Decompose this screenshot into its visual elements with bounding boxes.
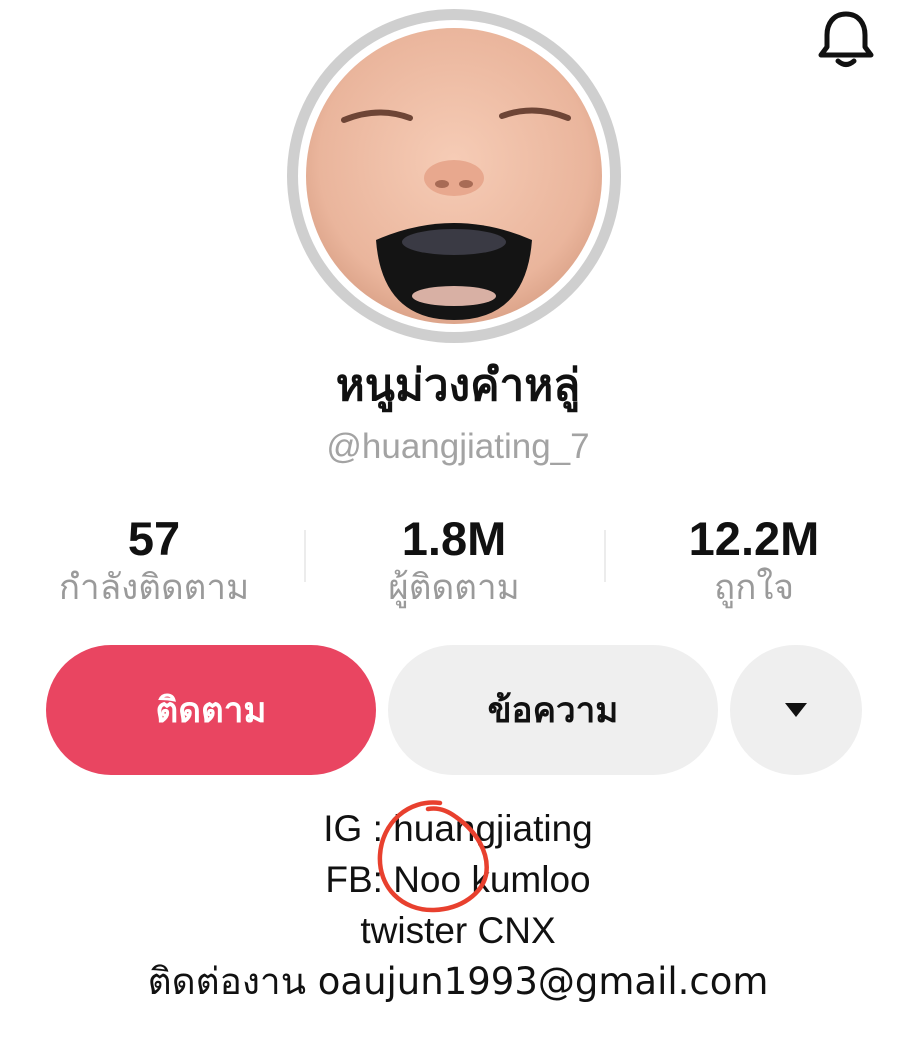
- stat-following[interactable]: 57 กำลังติดตาม: [4, 510, 304, 608]
- bio-line-instagram: IG : huangjiating: [323, 808, 593, 849]
- message-button[interactable]: ข้อความ: [388, 645, 718, 775]
- avatar[interactable]: [287, 9, 621, 343]
- stat-following-count: 57: [127, 512, 181, 565]
- username: @huangjiating_7: [326, 427, 590, 466]
- stat-likes-label: ถูกใจ: [714, 568, 794, 608]
- bell-icon[interactable]: [812, 4, 880, 72]
- avatar-photo: [306, 28, 602, 324]
- bio-line-facebook: FB: Noo kumloo: [325, 859, 591, 900]
- stat-likes-count: 12.2M: [688, 512, 820, 565]
- stat-followers-count: 1.8M: [401, 512, 507, 565]
- stat-likes[interactable]: 12.2M ถูกใจ: [604, 510, 904, 608]
- caret-down-icon: [785, 703, 807, 717]
- stat-followers-label: ผู้ติดตาม: [388, 568, 520, 608]
- bio-line-contact: ติดต่องาน oaujun1993@gmail.com: [147, 960, 769, 1003]
- stat-followers[interactable]: 1.8M ผู้ติดตาม: [304, 510, 604, 608]
- bio-line-twitter: twister CNX: [360, 910, 556, 951]
- follow-button-label: ติดตาม: [155, 690, 267, 731]
- display-name: หนูม่วงคำหลู่: [335, 360, 581, 411]
- follow-button[interactable]: ติดตาม: [46, 645, 376, 775]
- more-options-button[interactable]: [730, 645, 862, 775]
- avatar-border: [298, 20, 610, 332]
- stat-following-label: กำลังติดตาม: [58, 568, 250, 608]
- message-button-label: ข้อความ: [487, 690, 619, 731]
